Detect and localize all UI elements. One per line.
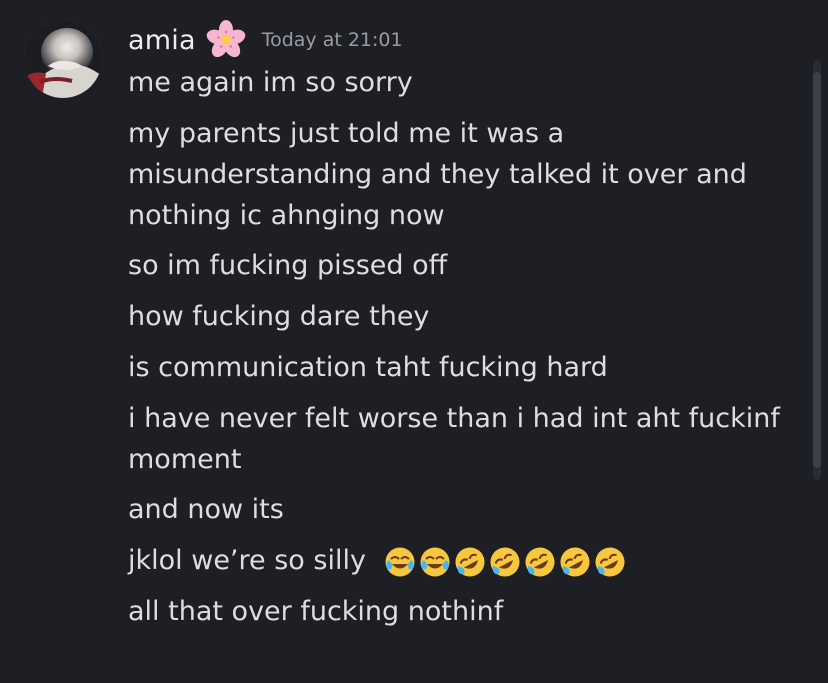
joy-icon — [383, 545, 417, 579]
message-line: all that over fucking nothinf — [128, 596, 504, 627]
rofl-icon — [593, 545, 627, 579]
avatar-image — [24, 20, 102, 98]
scrollbar-thumb[interactable] — [813, 72, 821, 468]
message-line: and now its — [128, 494, 284, 525]
message-line: i have never felt worse than i had int a… — [128, 403, 780, 475]
message-lines: me again im so sorry my parents just tol… — [128, 62, 788, 642]
rofl-icon — [523, 545, 557, 579]
message-line: is communication taht fucking hard — [128, 352, 608, 383]
timestamp: Today at 21:01 — [261, 29, 403, 51]
message-line: how fucking dare they — [128, 301, 430, 332]
avatar[interactable] — [24, 20, 102, 98]
scrollbar-track[interactable] — [813, 60, 821, 480]
rofl-icon — [558, 545, 592, 579]
rofl-icon — [453, 545, 487, 579]
message-header: amia Today at 21:01 — [128, 20, 403, 60]
rofl-icon — [488, 545, 522, 579]
joy-icon — [418, 545, 452, 579]
message-line: me again im so sorry — [128, 67, 413, 98]
username[interactable]: amia — [128, 25, 196, 56]
emoji-row — [383, 545, 627, 579]
cherry-blossom-icon — [206, 20, 246, 60]
message-line-text: jklol we’re so silly — [128, 545, 366, 576]
message-line-with-emojis: jklol we’re so silly — [128, 540, 788, 582]
chat-message: amia Today at 21:01 me again im so sorry… — [0, 0, 828, 683]
message-line: my parents just told me it was a misunde… — [128, 118, 747, 231]
message-line: so im fucking pissed off — [128, 250, 448, 281]
